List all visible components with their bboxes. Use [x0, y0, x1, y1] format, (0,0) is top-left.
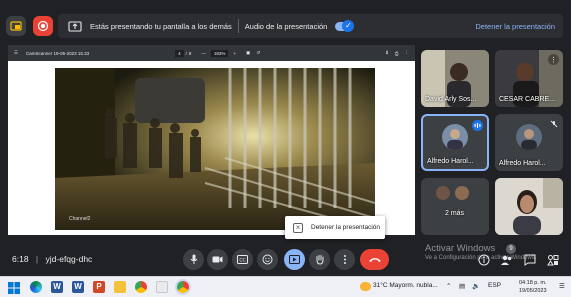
stop-presenting-link[interactable]: Detener la presentación: [475, 22, 555, 31]
meet-window: Estás presentando tu pantalla a los demá…: [0, 0, 571, 297]
watermark-subtitle: Ve a Configuración para activar Windows.: [425, 255, 537, 261]
presenting-banner: Estás presentando tu pantalla a los demá…: [58, 14, 563, 38]
fit-page-icon[interactable]: ▣: [246, 50, 250, 56]
banner-divider: [237, 19, 239, 33]
page-total: 8: [188, 50, 192, 56]
edge-icon[interactable]: [30, 281, 42, 293]
present-screen-icon: [68, 20, 82, 32]
captions-icon: CC: [237, 255, 248, 264]
participant-tile-speaking[interactable]: Alfredo Harol...: [421, 114, 489, 171]
captions-panel-button[interactable]: [6, 16, 26, 36]
watermark-title: Activar Windows: [425, 243, 496, 254]
language-indicator[interactable]: ESP: [488, 282, 501, 289]
word-icon[interactable]: W: [72, 281, 84, 293]
info-separator: |: [35, 254, 39, 264]
more-options-icon[interactable]: ⋮: [548, 54, 559, 65]
powerpoint-icon[interactable]: P: [93, 281, 105, 293]
mic-icon: [190, 254, 197, 264]
file-explorer-icon[interactable]: [114, 281, 126, 293]
street-night-photo: [55, 68, 375, 230]
page-current[interactable]: 4: [175, 49, 184, 57]
camera-icon: [212, 256, 223, 263]
emoji-button[interactable]: [257, 249, 278, 270]
emoji-icon: [262, 254, 273, 265]
avatar: [455, 186, 469, 200]
shared-screen: ☰ CamScanner 19-05-2023 15.33 4 / 8 — 18…: [8, 45, 415, 235]
participant-tile[interactable]: David Arly Sos...: [421, 50, 489, 107]
print-icon[interactable]: ⎙: [395, 51, 399, 56]
meeting-time: 6:18: [12, 254, 29, 264]
presenting-text: Estás presentando tu pantalla a los demá…: [90, 21, 232, 31]
hand-icon: [316, 255, 323, 265]
scanned-photo: Channel2: [55, 68, 375, 230]
word-icon[interactable]: W: [51, 281, 63, 293]
svg-text:CC: CC: [239, 257, 245, 263]
windows-activation-watermark: Activar Windows Ve a Configuración para …: [425, 243, 536, 261]
more-participants-label: 2 más: [445, 210, 465, 217]
chrome-icon[interactable]: [135, 281, 147, 293]
windows-taskbar: W W P 31°C Mayorm. nubla... ⌃ ▤ 🔉 ESP 04…: [0, 276, 571, 297]
participant-name: CESAR CABRE...: [499, 96, 556, 103]
weather-icon: [360, 282, 371, 291]
record-icon: [37, 20, 49, 32]
chrome-icon[interactable]: [177, 281, 189, 293]
tray-chevron-icon[interactable]: ⌃: [446, 282, 451, 290]
pdf-title: CamScanner 19-05-2023 15.33: [26, 50, 90, 56]
meeting-info: 6:18 | yjd-efqg-dhc: [12, 254, 92, 264]
volume-icon[interactable]: 🔉: [472, 282, 480, 290]
captions-button[interactable]: CC: [232, 249, 253, 270]
windows-start-icon[interactable]: [8, 281, 20, 294]
activities-icon[interactable]: [547, 253, 559, 266]
more-vert-icon: [343, 255, 346, 264]
app-icon[interactable]: [156, 281, 168, 293]
more-options-button[interactable]: [334, 249, 355, 270]
network-icon[interactable]: ▤: [459, 282, 465, 290]
zoom-in-icon[interactable]: +: [233, 51, 236, 56]
participant-name: Alfredo Harol...: [427, 158, 474, 165]
camera-button[interactable]: [207, 249, 228, 270]
stop-presenting-popup-label: Detener la presentación: [311, 224, 381, 231]
notifications-icon[interactable]: ☰: [559, 282, 565, 290]
page-separator: /: [185, 50, 187, 56]
participant-name: David Arly Sos...: [425, 96, 477, 103]
clock-time: 04:18 p. m.: [519, 280, 547, 286]
record-button[interactable]: [33, 16, 53, 36]
present-screen-icon: [289, 255, 300, 264]
picture-in-picture-icon: [10, 21, 22, 31]
self-video: [495, 178, 563, 235]
participant-tile[interactable]: Alfredo Harol...: [495, 114, 563, 171]
end-call-button[interactable]: [360, 249, 389, 270]
self-view-tile[interactable]: [495, 178, 563, 235]
present-button[interactable]: [284, 249, 305, 270]
mic-muted-icon: [548, 118, 559, 129]
stop-presenting-popup[interactable]: × Detener la presentación: [285, 216, 385, 239]
more-icon[interactable]: ⋮: [405, 50, 410, 56]
hang-up-icon: [368, 258, 381, 262]
clock[interactable]: 04:18 p. m. 19/05/2023: [519, 279, 547, 295]
pdf-toolbar: ☰ CamScanner 19-05-2023 15.33 4 / 8 — 18…: [8, 45, 415, 61]
audio-toggle[interactable]: [335, 19, 355, 32]
meeting-code: yjd-efqg-dhc: [45, 254, 93, 264]
zoom-out-icon[interactable]: —: [201, 51, 206, 56]
avatar: [436, 186, 450, 200]
more-participants-tile[interactable]: 2 más: [421, 178, 489, 235]
download-icon[interactable]: ⬇: [385, 50, 389, 56]
zoom-level[interactable]: 183%: [210, 49, 229, 57]
avatar: [442, 124, 468, 150]
menu-icon[interactable]: ☰: [14, 50, 18, 56]
participant-tile[interactable]: CESAR CABRE... ⋮: [495, 50, 563, 107]
speaking-icon: [472, 120, 483, 131]
raise-hand-button[interactable]: [309, 249, 330, 270]
clock-date: 19/05/2023: [519, 288, 547, 294]
participant-name: Alfredo Harol...: [499, 160, 546, 167]
weather-text[interactable]: 31°C Mayorm. nubla...: [373, 282, 438, 289]
close-box-icon: ×: [293, 222, 303, 233]
photo-corner-text: Channel2: [69, 216, 91, 222]
rotate-icon[interactable]: ↺: [256, 50, 260, 56]
audio-label: Audio de la presentación: [244, 21, 328, 31]
avatar: [516, 124, 542, 150]
mic-button[interactable]: [183, 249, 204, 270]
